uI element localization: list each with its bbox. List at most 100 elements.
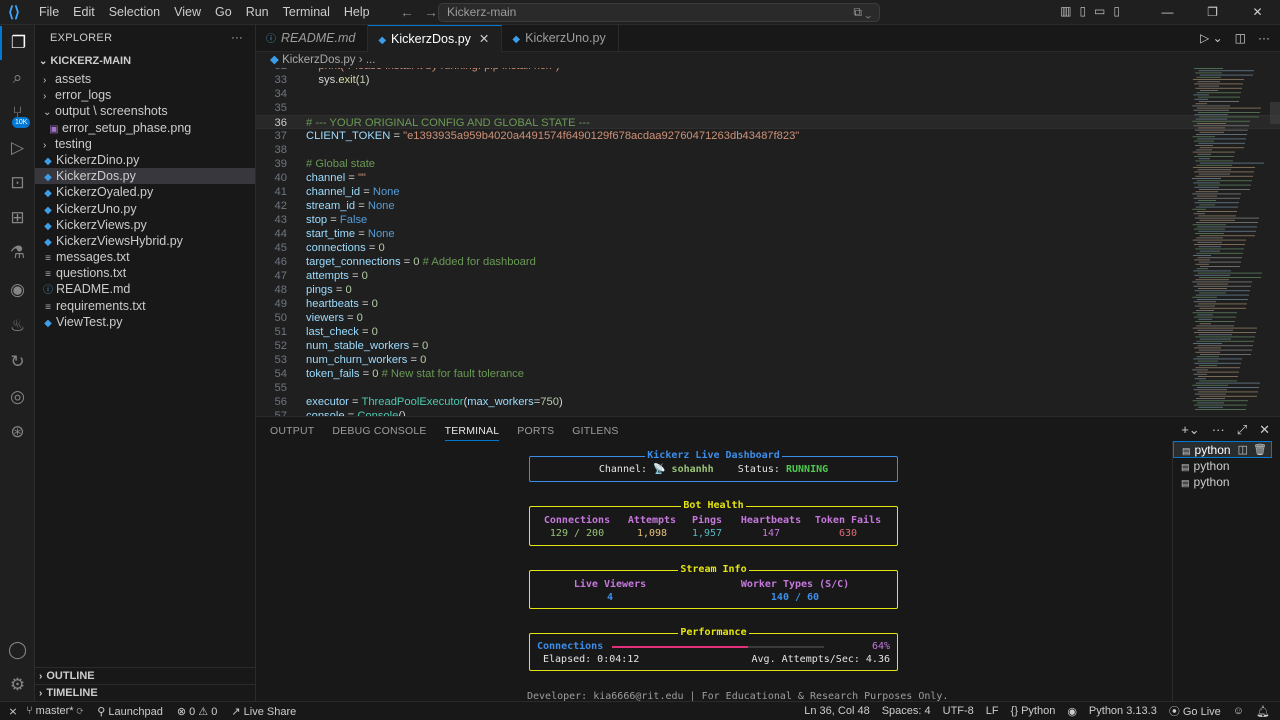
back-arrow-icon[interactable]: ← bbox=[400, 4, 414, 20]
panel-tab-gitlens[interactable]: GITLENS bbox=[572, 422, 618, 441]
code-line[interactable]: 41 channel_id = None bbox=[256, 185, 1280, 199]
menu-run[interactable]: Run bbox=[239, 0, 276, 25]
file-tree-item[interactable]: ⓘ README.md bbox=[35, 281, 255, 297]
code-line[interactable]: 35 bbox=[256, 101, 1280, 115]
split-editor-icon[interactable]: ◫ bbox=[1235, 31, 1246, 45]
forward-arrow-icon[interactable]: → bbox=[424, 4, 438, 20]
menu-edit[interactable]: Edit bbox=[66, 0, 102, 25]
file-tree-item[interactable]: ◆ KickerzDino.py bbox=[35, 152, 255, 168]
code-line[interactable]: 43 stop = False bbox=[256, 213, 1280, 227]
menu-go[interactable]: Go bbox=[208, 0, 239, 25]
close-tab-icon[interactable]: ✕ bbox=[479, 32, 489, 46]
notification-icon[interactable]: ◉ bbox=[1067, 705, 1077, 718]
terminal-item[interactable]: ▤ python bbox=[1173, 458, 1272, 475]
outline-section[interactable]: › OUTLINE bbox=[35, 667, 256, 684]
file-tree-item[interactable]: ⌄ output \ screenshots bbox=[35, 103, 255, 119]
go-live-status[interactable]: ⦿ Go Live bbox=[1169, 703, 1221, 719]
breadcrumb[interactable]: ◆ KickerzDos.py › ... bbox=[256, 52, 1280, 68]
liveshare-status[interactable]: ↗ Live Share bbox=[231, 705, 296, 718]
end-of-line[interactable]: LF bbox=[986, 705, 999, 717]
file-tree-item[interactable]: › error_logs bbox=[35, 87, 255, 103]
source-control-icon[interactable]: ⑂ 10K bbox=[0, 96, 35, 130]
new-terminal-icon[interactable]: +⌄ bbox=[1181, 422, 1199, 438]
customize-layout-icon[interactable]: ▥ bbox=[1060, 4, 1071, 18]
problems-status[interactable]: ⊗ 0 ⚠ 0 bbox=[177, 705, 218, 718]
file-tree-item[interactable]: ◆ KickerzUno.py bbox=[35, 201, 255, 217]
file-tree-item[interactable]: › assets bbox=[35, 71, 255, 87]
testing-icon[interactable]: ⚗ bbox=[0, 236, 35, 270]
tab-kickerzdos-py[interactable]: ◆ KickerzDos.py ✕ bbox=[368, 25, 503, 52]
code-line[interactable]: 44 start_time = None bbox=[256, 227, 1280, 241]
code-line[interactable]: 50 viewers = 0 bbox=[256, 311, 1280, 325]
menu-help[interactable]: Help bbox=[337, 0, 377, 25]
python-interpreter[interactable]: Python 3.13.3 bbox=[1089, 705, 1157, 717]
code-line[interactable]: 48 pings = 0 bbox=[256, 283, 1280, 297]
more-actions-icon[interactable]: ··· bbox=[1212, 422, 1225, 438]
tab-readme-md[interactable]: ⓘ README.md bbox=[256, 25, 369, 52]
indentation[interactable]: Spaces: 4 bbox=[882, 705, 931, 717]
copilot-status-icon[interactable]: ☺ bbox=[1233, 705, 1244, 717]
code-line[interactable]: 53 num_churn_workers = 0 bbox=[256, 353, 1280, 367]
gitlens-inspect-icon[interactable]: ⊛ bbox=[0, 415, 35, 449]
timeline-section[interactable]: › TIMELINE bbox=[35, 684, 256, 701]
gitlens-icon[interactable]: ◎ bbox=[0, 380, 35, 414]
code-line[interactable]: 49 heartbeats = 0 bbox=[256, 297, 1280, 311]
terminal-item[interactable]: ▤ python ◫ 🗑︎ bbox=[1173, 441, 1272, 458]
panel-tab-debug-console[interactable]: DEBUG CONSOLE bbox=[332, 422, 426, 441]
file-tree-item[interactable]: ▣ error_setup_phase.png bbox=[35, 120, 255, 136]
code-line[interactable]: 33 sys.exit(1) bbox=[256, 73, 1280, 87]
file-tree-item[interactable]: ◆ KickerzDos.py bbox=[35, 168, 255, 185]
branch-status[interactable]: ⑂ master* ⟳ bbox=[26, 705, 83, 717]
encoding[interactable]: UTF-8 bbox=[943, 705, 974, 717]
code-line[interactable]: 55 bbox=[256, 381, 1280, 395]
python-icon[interactable]: ♨ bbox=[0, 309, 35, 343]
minimize-icon[interactable]: — bbox=[1145, 0, 1190, 25]
explorer-icon[interactable]: ❐ bbox=[0, 26, 35, 60]
editor-scrollbar[interactable] bbox=[1270, 102, 1280, 124]
code-line[interactable]: 57 console = Console() bbox=[256, 409, 1280, 416]
menu-selection[interactable]: Selection bbox=[102, 0, 167, 25]
toggle-sidebar-icon[interactable]: ▯ bbox=[1079, 4, 1086, 18]
explorer-root-folder[interactable]: ⌄ KICKERZ-MAIN bbox=[35, 51, 255, 71]
edge-devtools-icon[interactable]: ◉ bbox=[0, 273, 35, 307]
code-line[interactable]: 52 num_stable_workers = 0 bbox=[256, 339, 1280, 353]
menu-view[interactable]: View bbox=[167, 0, 208, 25]
run-debug-icon[interactable]: ▷ bbox=[0, 131, 35, 165]
file-tree-item[interactable]: ◆ ViewTest.py bbox=[35, 314, 255, 330]
file-tree-item[interactable]: › testing bbox=[35, 136, 255, 152]
sync-icon[interactable]: ⟳ bbox=[77, 705, 84, 717]
code-line[interactable]: 39 # Global state bbox=[256, 157, 1280, 171]
language-mode[interactable]: {} Python bbox=[1011, 705, 1056, 717]
code-line[interactable]: 37 CLIENT_TOKEN = "e1393935a959b4020a4491… bbox=[256, 129, 1280, 143]
code-line[interactable]: 54 token_fails = 0 # New stat for fault t… bbox=[256, 367, 1280, 381]
tab-kickerzuno-py[interactable]: ◆ KickerzUno.py bbox=[502, 25, 619, 52]
more-actions-icon[interactable]: ··· bbox=[1258, 31, 1270, 45]
file-tree-item[interactable]: ≡ questions.txt bbox=[35, 265, 255, 281]
panel-tab-output[interactable]: OUTPUT bbox=[270, 422, 314, 441]
code-line[interactable]: 56 executor = ThreadPoolExecutor(max_work… bbox=[256, 395, 1280, 409]
restore-icon[interactable]: ❐ bbox=[1190, 0, 1235, 25]
file-tree-item[interactable]: ◆ KickerzOyaled.py bbox=[35, 184, 255, 200]
more-actions-icon[interactable]: ··· bbox=[231, 25, 243, 51]
split-terminal-icon[interactable]: ◫ bbox=[1238, 444, 1248, 456]
manage-gear-icon[interactable]: ⚙ bbox=[0, 668, 35, 702]
launchpad-status[interactable]: ⚲ Launchpad bbox=[97, 705, 163, 718]
code-line[interactable]: 38 bbox=[256, 143, 1280, 157]
bell-icon[interactable]: 🔔︎ bbox=[1256, 705, 1270, 718]
toggle-panel-icon[interactable]: ▭ bbox=[1094, 4, 1105, 18]
close-panel-icon[interactable]: ✕ bbox=[1259, 422, 1270, 438]
search-icon[interactable]: ⌕ bbox=[0, 61, 35, 95]
copilot-icon[interactable]: ⧉ ⌄ bbox=[853, 4, 871, 21]
cursor-position[interactable]: Ln 36, Col 48 bbox=[804, 705, 869, 717]
code-line[interactable]: 47 attempts = 0 bbox=[256, 269, 1280, 283]
code-line[interactable]: 51 last_check = 0 bbox=[256, 325, 1280, 339]
menu-file[interactable]: File bbox=[32, 0, 66, 25]
live-share-icon[interactable]: ↻ bbox=[0, 345, 35, 379]
breadcrumb-ellipsis[interactable]: ... bbox=[366, 54, 376, 66]
account-icon[interactable]: ◯ bbox=[0, 633, 35, 667]
file-tree-item[interactable]: ◆ KickerzViewsHybrid.py bbox=[35, 233, 255, 249]
terminal-item[interactable]: ▤ python bbox=[1173, 474, 1272, 491]
toggle-secondary-sidebar-icon[interactable]: ▯ bbox=[1113, 4, 1120, 18]
code-line[interactable]: 36 # --- YOUR ORIGINAL CONFIG AND GLOBAL … bbox=[256, 115, 1280, 129]
maximize-panel-icon[interactable]: ⤢ bbox=[1237, 422, 1247, 438]
